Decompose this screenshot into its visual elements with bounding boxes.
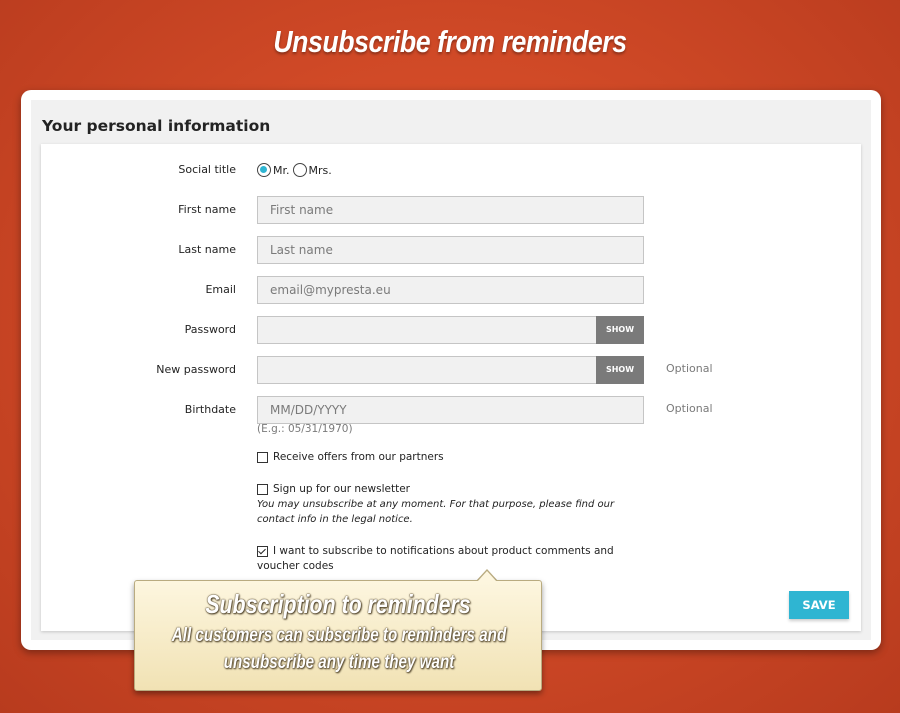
radio-mrs-label: Mrs. xyxy=(308,163,332,177)
partner-offers-label: Receive offers from our partners xyxy=(273,451,444,463)
radio-mr-label: Mr. xyxy=(273,163,290,177)
new-password-show-button[interactable]: SHOW xyxy=(596,356,644,384)
birthdate-row: Birthdate MM/DD/YYYY Optional xyxy=(41,396,861,424)
first-name-row: First name First name xyxy=(41,196,861,224)
new-password-row: New password SHOW Optional xyxy=(41,356,861,384)
newsletter-row: Sign up for our newsletter You may unsub… xyxy=(257,482,647,527)
social-title-label: Social title xyxy=(178,163,236,176)
callout-title: Subscription to reminders xyxy=(205,589,471,619)
birthdate-optional: Optional xyxy=(666,402,713,415)
birthdate-input[interactable]: MM/DD/YYYY xyxy=(257,396,644,424)
first-name-input[interactable]: First name xyxy=(257,196,644,224)
social-title-radio-group: Mr. Mrs. xyxy=(257,156,335,184)
callout-tooltip: Subscription to reminders All customers … xyxy=(134,580,542,691)
email-label: Email xyxy=(205,283,236,296)
last-name-label: Last name xyxy=(178,243,236,256)
newsletter-checkbox[interactable] xyxy=(257,484,268,495)
notifications-checkbox[interactable] xyxy=(257,546,268,557)
notifications-label: I want to subscribe to notifications abo… xyxy=(257,545,614,572)
password-show-button[interactable]: SHOW xyxy=(596,316,644,344)
new-password-optional: Optional xyxy=(666,362,713,375)
newsletter-note: You may unsubscribe at any moment. For t… xyxy=(257,499,615,525)
password-label: Password xyxy=(184,323,236,336)
password-row: Password SHOW xyxy=(41,316,861,344)
radio-mr[interactable] xyxy=(257,163,271,177)
birthdate-label: Birthdate xyxy=(184,403,236,416)
save-button[interactable]: SAVE xyxy=(789,591,849,619)
page-title: Unsubscribe from reminders xyxy=(273,24,627,59)
first-name-label: First name xyxy=(178,203,236,216)
section-title: Your personal information xyxy=(42,117,271,135)
new-password-label: New password xyxy=(156,363,236,376)
personal-info-card: Your personal information Social title M… xyxy=(21,90,881,650)
partner-offers-row: Receive offers from our partners xyxy=(257,450,657,465)
notifications-row: I want to subscribe to notifications abo… xyxy=(257,544,642,574)
personal-info-panel: Your personal information Social title M… xyxy=(31,100,871,640)
radio-mrs[interactable] xyxy=(292,163,307,177)
last-name-row: Last name Last name xyxy=(41,236,861,264)
email-input[interactable]: email@mypresta.eu xyxy=(257,276,644,304)
partner-offers-checkbox[interactable] xyxy=(257,452,268,463)
callout-body: All customers can subscribe to reminders… xyxy=(171,625,507,673)
callout-arrow-fill xyxy=(477,571,497,582)
new-password-input[interactable] xyxy=(257,356,597,384)
personal-info-form: Social title Mr. Mrs. First name First n… xyxy=(41,144,861,631)
birthdate-hint: (E.g.: 05/31/1970) xyxy=(257,423,353,435)
last-name-input[interactable]: Last name xyxy=(257,236,644,264)
password-input[interactable] xyxy=(257,316,597,344)
email-row: Email email@mypresta.eu xyxy=(41,276,861,304)
social-title-row: Social title Mr. Mrs. xyxy=(41,156,861,184)
newsletter-label: Sign up for our newsletter xyxy=(273,483,410,495)
